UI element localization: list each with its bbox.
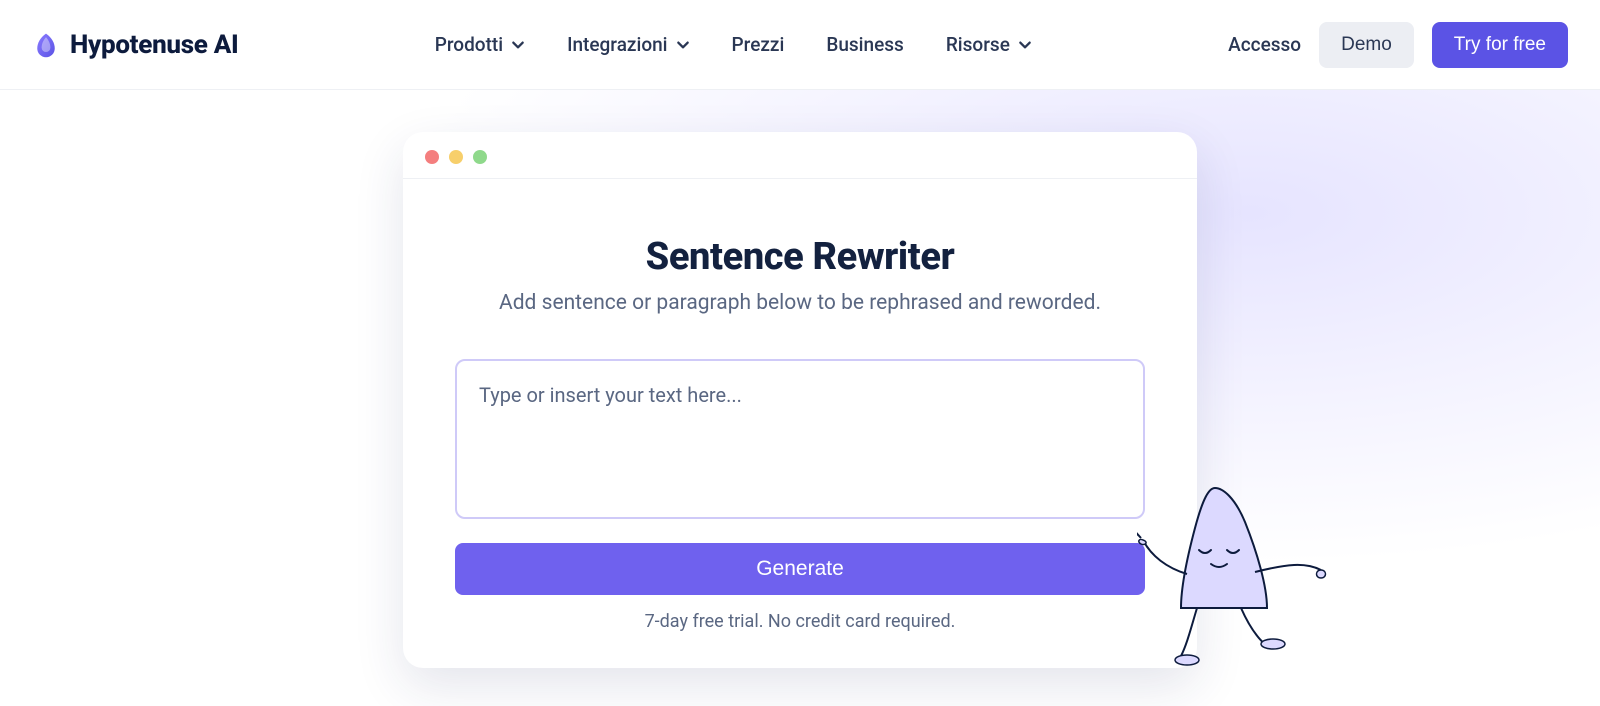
try-free-button[interactable]: Try for free: [1432, 22, 1568, 68]
trial-note: 7-day free trial. No credit card require…: [455, 611, 1145, 632]
hero: Sentence Rewriter Add sentence or paragr…: [0, 90, 1600, 668]
nav-item-label: Integrazioni: [567, 33, 667, 56]
header-actions: Accesso Demo Try for free: [1228, 22, 1568, 68]
window-chrome: [403, 132, 1197, 179]
brand[interactable]: Hypotenuse AI: [32, 30, 238, 60]
traffic-light-minimize-icon: [449, 150, 463, 164]
nav-item-label: Prezzi: [732, 33, 785, 56]
text-input[interactable]: [455, 359, 1145, 519]
nav-item-integrazioni[interactable]: Integrazioni: [567, 33, 689, 56]
brand-name: Hypotenuse AI: [70, 30, 238, 60]
nav-item-label: Prodotti: [435, 33, 503, 56]
brand-logo-icon: [32, 31, 60, 59]
nav-item-risorse[interactable]: Risorse: [946, 33, 1032, 56]
traffic-light-zoom-icon: [473, 150, 487, 164]
chevron-down-icon: [511, 38, 525, 52]
tool-subtitle: Add sentence or paragraph below to be re…: [455, 291, 1145, 315]
nav-item-prezzi[interactable]: Prezzi: [732, 33, 785, 56]
login-link[interactable]: Accesso: [1228, 33, 1301, 56]
nav-item-business[interactable]: Business: [826, 33, 904, 56]
demo-button[interactable]: Demo: [1319, 22, 1414, 68]
generate-button[interactable]: Generate: [455, 543, 1145, 595]
nav-item-label: Business: [826, 33, 904, 56]
chevron-down-icon: [1018, 38, 1032, 52]
tool-body: Sentence Rewriter Add sentence or paragr…: [403, 179, 1197, 668]
primary-nav: Prodotti Integrazioni Prezzi Business Ri…: [435, 33, 1032, 56]
top-nav: Hypotenuse AI Prodotti Integrazioni Prez…: [0, 0, 1600, 90]
nav-item-prodotti[interactable]: Prodotti: [435, 33, 525, 56]
tool-card: Sentence Rewriter Add sentence or paragr…: [403, 132, 1197, 668]
tool-title: Sentence Rewriter: [455, 235, 1145, 279]
nav-item-label: Risorse: [946, 33, 1010, 56]
traffic-light-close-icon: [425, 150, 439, 164]
chevron-down-icon: [676, 38, 690, 52]
